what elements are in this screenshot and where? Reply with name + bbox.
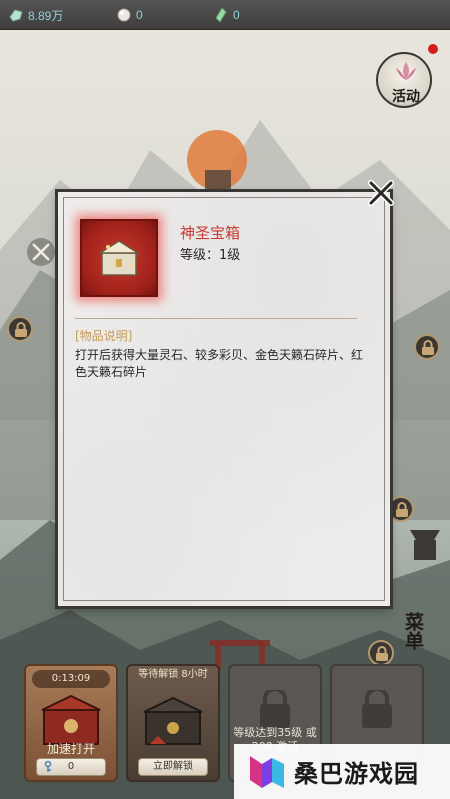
chest-slot-1[interactable]: 0:13:09 加速打开 0: [24, 664, 118, 782]
close-button[interactable]: [368, 180, 394, 206]
item-icon-frame: [80, 219, 158, 297]
item-name: 神圣宝箱: [180, 224, 241, 242]
watermark-text: 桑巴游戏园: [294, 760, 419, 788]
padlock-icon: [260, 690, 290, 728]
locked-node-icon[interactable]: [368, 640, 394, 666]
locked-node-icon[interactable]: [388, 496, 414, 522]
description-title: [物品说明]: [75, 329, 133, 343]
menu-label: 菜单: [402, 612, 424, 650]
resource-jade[interactable]: 0: [213, 6, 240, 24]
resource-spirit-stone[interactable]: 8.89万: [8, 6, 63, 24]
chest-slot-2[interactable]: 等待解锁 8小时 立即解锁: [126, 664, 220, 782]
slot-timer: 0:13:09: [32, 670, 110, 688]
padlock-icon: [362, 690, 392, 728]
unlock-now-button[interactable]: 立即解锁: [138, 758, 208, 776]
locked-node-icon[interactable]: [414, 334, 440, 360]
activity-button[interactable]: 活动: [376, 52, 432, 108]
pearl-icon: [116, 7, 132, 23]
key-icon: [43, 760, 53, 779]
activity-label: 活动: [392, 89, 420, 105]
lotus-icon: [396, 62, 416, 80]
crossed-swords-icon[interactable]: [27, 238, 55, 266]
divider: [75, 318, 357, 319]
dark-chest-icon: [143, 696, 203, 745]
slot-caption: 加速打开: [46, 742, 95, 756]
watermark-logo-icon: [250, 756, 284, 788]
speed-up-button[interactable]: 0: [36, 758, 106, 776]
spirit-stone-icon: [8, 7, 24, 23]
jade-icon: [213, 7, 229, 23]
watermark: 桑巴游戏园: [234, 744, 450, 799]
locked-node-icon[interactable]: [7, 316, 33, 342]
slot-status: 等待解锁 8小时: [138, 669, 208, 680]
item-level: 等级：1级: [180, 248, 241, 263]
resource-bar: 8.89万 0 0: [0, 0, 450, 30]
notification-dot: [428, 44, 438, 54]
item-detail-modal: 神圣宝箱 等级：1级 [物品说明] 打开后获得大量灵石、较多彩贝、金色天籁石碎片…: [58, 192, 390, 606]
jade-value: 0: [233, 8, 240, 22]
pearl-value: 0: [136, 8, 143, 22]
speed-up-cost: 0: [67, 761, 75, 772]
close-icon: [368, 180, 394, 206]
description-text: 打开后获得大量灵石、较多彩贝、金色天籁石碎片、红色天籁石碎片: [75, 348, 364, 379]
treasure-chest-icon: [97, 240, 141, 276]
slot-timer-value: 0:13:09: [51, 673, 91, 684]
spirit-stone-value: 8.89万: [28, 8, 64, 23]
resource-pearl[interactable]: 0: [116, 6, 143, 24]
menu-button[interactable]: 菜单: [398, 606, 442, 654]
